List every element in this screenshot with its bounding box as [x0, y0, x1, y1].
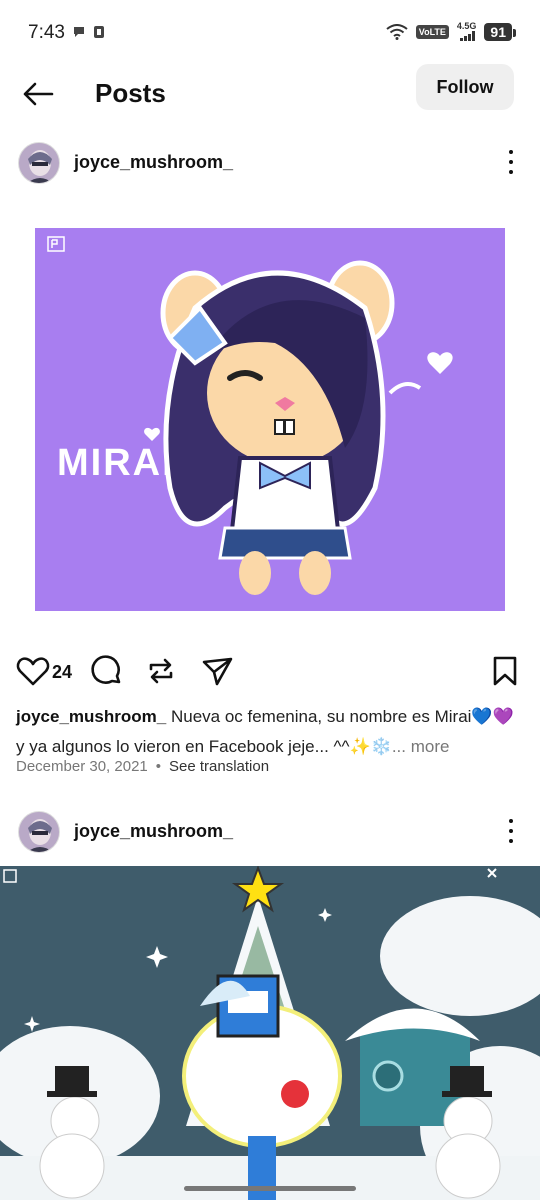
winter-scene-illustration — [0, 866, 540, 1200]
page-title: Posts — [95, 78, 166, 108]
follow-button[interactable]: Follow — [416, 64, 514, 110]
status-notification-icons — [72, 25, 106, 39]
post-meta: December 30, 2021 • See translation — [16, 758, 269, 775]
caption-more-link[interactable]: ... more — [392, 737, 450, 756]
share-button[interactable] — [200, 654, 234, 688]
post-image[interactable] — [0, 866, 540, 1200]
watermark-icon — [47, 236, 65, 252]
signal-bars-icon — [460, 31, 476, 41]
post-header: joyce_mushroom_ — [0, 135, 540, 191]
bookmark-icon — [493, 656, 517, 686]
app-notification-icon — [94, 26, 104, 38]
back-button[interactable] — [18, 78, 58, 110]
character-illustration — [160, 260, 453, 595]
battery-indicator: 91 — [484, 22, 516, 41]
status-time: 7:43 — [28, 22, 65, 43]
avatar-image — [19, 812, 59, 852]
post-date: December 30, 2021 — [16, 758, 148, 775]
more-vertical-icon[interactable] — [504, 816, 518, 846]
cellular-signal: 4.5G — [456, 21, 477, 41]
like-count[interactable]: 24 — [52, 662, 72, 683]
more-vertical-icon[interactable] — [504, 147, 518, 177]
comment-button[interactable] — [90, 654, 124, 688]
volte-badge: VoLTE — [415, 24, 449, 39]
arrow-left-icon — [23, 82, 54, 106]
post-image[interactable]: MIRAI — [35, 228, 505, 611]
chat-bubble-icon — [74, 27, 84, 37]
post-header: joyce_mushroom_ — [0, 804, 540, 860]
repost-icon — [149, 658, 173, 684]
avatar[interactable] — [18, 811, 60, 853]
page-header: Posts Follow — [0, 64, 540, 124]
post-actions: 24 — [0, 648, 540, 694]
wifi-icon — [386, 23, 408, 40]
comment-icon — [91, 655, 121, 684]
send-icon — [202, 657, 233, 686]
status-bar: 7:43 VoLTE 4.5G 91 — [0, 0, 540, 64]
avatar-image — [19, 143, 59, 183]
like-button[interactable] — [16, 654, 50, 688]
see-translation-link[interactable]: See translation — [169, 758, 269, 775]
repost-button[interactable] — [144, 654, 178, 688]
caption-username[interactable]: joyce_mushroom_ — [16, 707, 166, 726]
status-system-icons: VoLTE 4.5G 91 — [386, 21, 516, 41]
avatar[interactable] — [18, 142, 60, 184]
heart-icon — [16, 657, 50, 686]
network-type: 4.5G — [456, 21, 477, 31]
post-caption[interactable]: joyce_mushroom_ Nueva oc femenina, su no… — [16, 702, 526, 762]
meta-separator: • — [155, 758, 162, 775]
home-indicator[interactable] — [184, 1186, 356, 1191]
post-username[interactable]: joyce_mushroom_ — [74, 152, 233, 173]
heart-decoration-icon — [144, 427, 160, 441]
save-button[interactable] — [488, 654, 522, 688]
post-username[interactable]: joyce_mushroom_ — [74, 821, 233, 842]
